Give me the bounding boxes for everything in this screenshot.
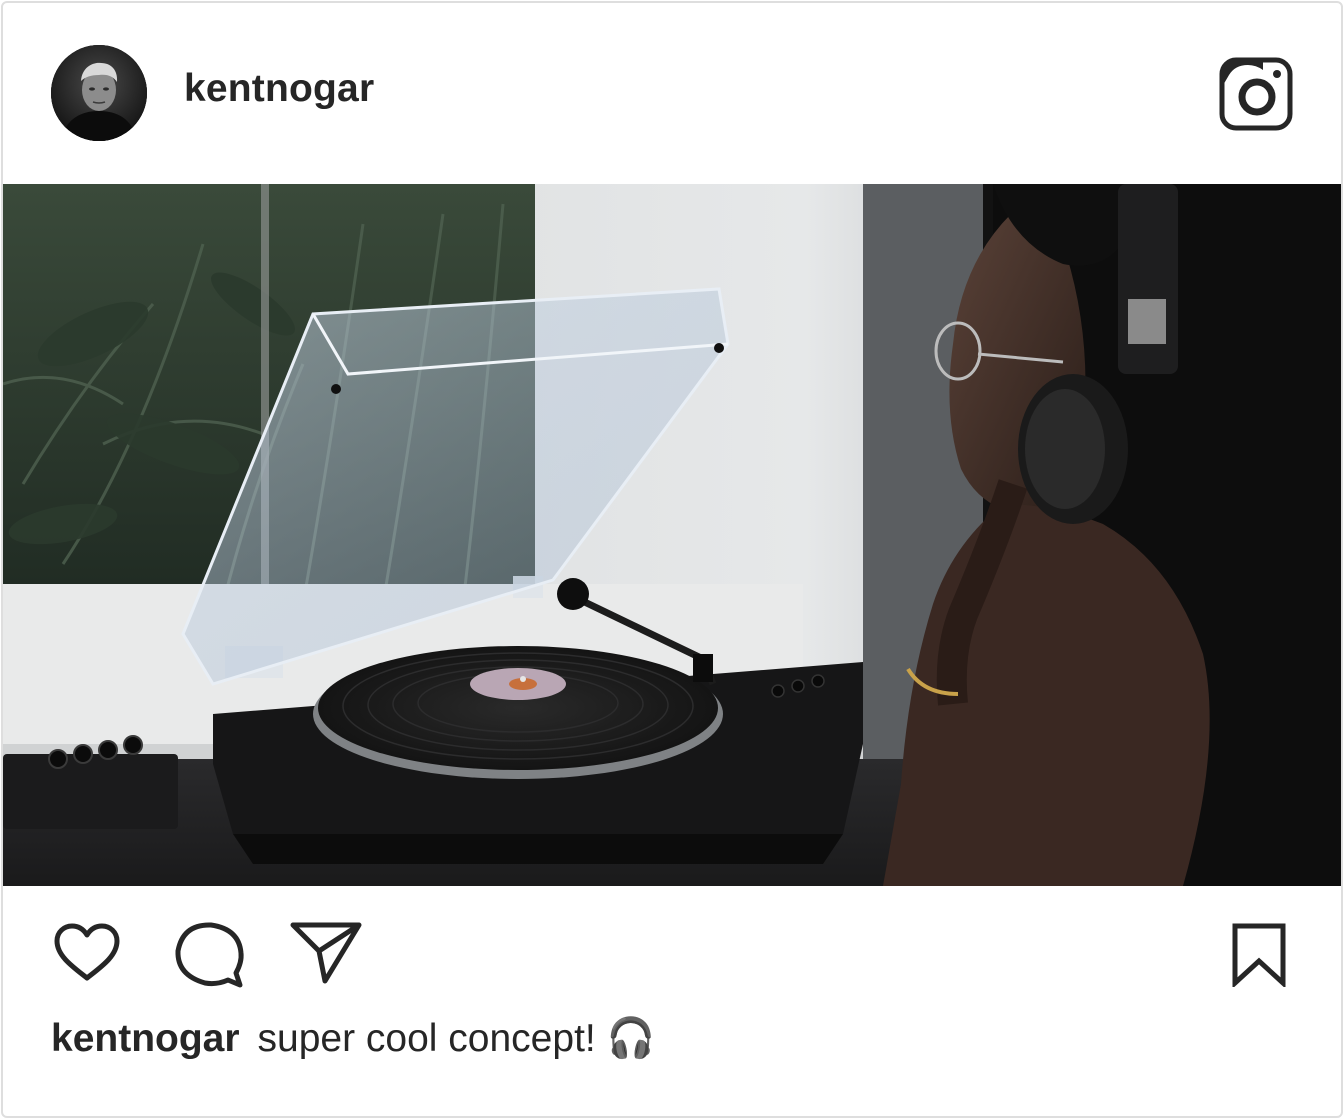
send-icon[interactable] [289, 921, 363, 990]
post-username[interactable]: kentnogar [184, 67, 374, 111]
post-caption: kentnogar super cool concept! 🎧 [51, 1015, 655, 1061]
avatar-photo [51, 45, 147, 141]
instagram-post-card: kentnogar kentnogar super cool concept! … [1, 1, 1343, 1118]
bookmark-icon[interactable] [1231, 923, 1287, 992]
post-header: kentnogar [3, 3, 1341, 183]
heart-icon[interactable] [53, 923, 121, 988]
caption-username[interactable]: kentnogar [51, 1017, 240, 1060]
post-photo[interactable] [3, 184, 1341, 886]
turntable-listener-photo [3, 184, 1341, 886]
caption-text: super cool concept! 🎧 [257, 1017, 656, 1060]
instagram-logo-icon[interactable] [1219, 57, 1293, 131]
comment-icon[interactable] [173, 919, 245, 994]
post-actions [3, 887, 1341, 1007]
avatar[interactable] [51, 45, 147, 141]
